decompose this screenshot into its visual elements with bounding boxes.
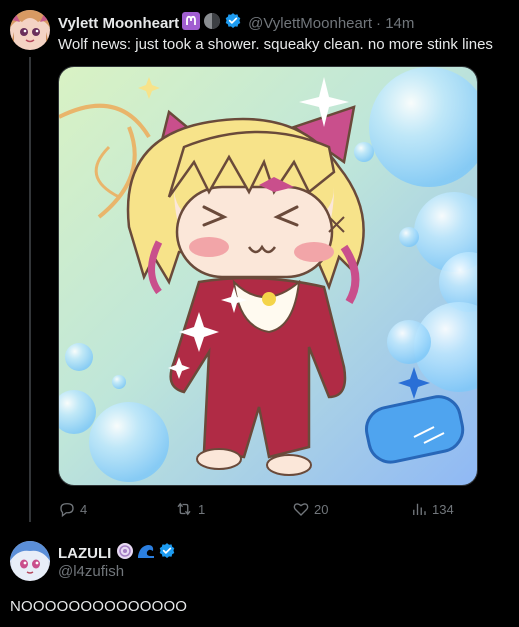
verified-badge-icon[interactable] bbox=[224, 12, 242, 34]
chibi-wolf-girl-illustration bbox=[59, 67, 477, 485]
reply-count: 4 bbox=[80, 501, 88, 517]
avatar[interactable] bbox=[10, 10, 50, 50]
tweet-action-bar: 4 1 20 134 bbox=[58, 500, 478, 518]
reply-verified-badge-icon[interactable] bbox=[158, 542, 176, 564]
tweet-text: Wolf news: just took a shower. squeaky c… bbox=[58, 36, 493, 53]
repost-icon bbox=[177, 502, 191, 516]
flower-icon bbox=[116, 542, 134, 564]
like-button[interactable]: 20 bbox=[292, 500, 328, 518]
author-name[interactable]: Vylett Moonheart bbox=[58, 15, 179, 32]
analytics-icon bbox=[413, 503, 426, 515]
reply-author-name[interactable]: LAZULI bbox=[58, 545, 111, 562]
aries-icon bbox=[182, 12, 201, 34]
reply-handle-row: @l4zufish bbox=[58, 563, 124, 580]
tweet-media-image[interactable] bbox=[58, 66, 478, 486]
repost-count: 1 bbox=[198, 501, 206, 517]
reply-header: LAZULI bbox=[58, 542, 176, 564]
repost-button[interactable]: 1 bbox=[174, 500, 205, 518]
reply-icon bbox=[60, 503, 74, 518]
heart-icon bbox=[293, 503, 309, 516]
tweet-header: Vylett Moonheart @VylettMoonheart · 14m bbox=[58, 12, 414, 34]
reply-avatar[interactable] bbox=[10, 541, 50, 581]
like-count: 20 bbox=[314, 501, 329, 517]
author-handle[interactable]: @VylettMoonheart bbox=[248, 15, 372, 32]
moon-icon bbox=[203, 12, 221, 34]
tweet-timestamp[interactable]: · 14m bbox=[376, 15, 414, 32]
views-button[interactable]: 134 bbox=[410, 500, 454, 518]
wave-icon bbox=[137, 542, 155, 564]
thread-connector-line bbox=[29, 57, 31, 522]
reply-avatar-image bbox=[10, 541, 50, 581]
view-count: 134 bbox=[432, 501, 454, 517]
avatar-image bbox=[10, 10, 50, 50]
reply-button[interactable]: 4 bbox=[58, 500, 87, 518]
reply-text: NOOOOOOOOOOOOOO bbox=[10, 598, 188, 615]
reply-author-handle[interactable]: @l4zufish bbox=[58, 563, 124, 580]
